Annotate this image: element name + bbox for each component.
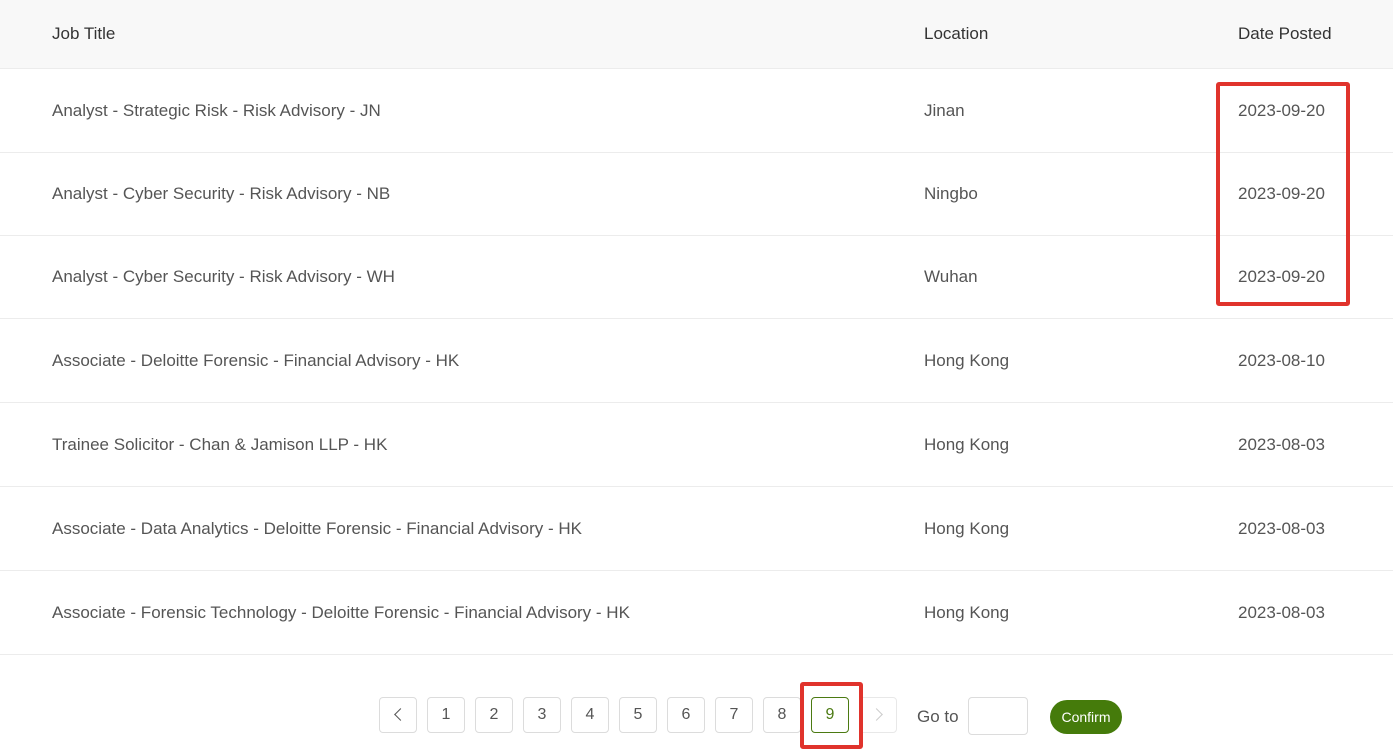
chevron-right-icon bbox=[869, 708, 883, 721]
table-row[interactable]: Analyst - Cyber Security - Risk Advisory… bbox=[0, 152, 1393, 236]
goto-label: Go to bbox=[917, 707, 959, 726]
job-title[interactable]: Associate - Data Analytics - Deloitte Fo… bbox=[52, 519, 582, 539]
header-location: Location bbox=[924, 24, 989, 43]
date-highlight-box bbox=[1216, 82, 1350, 306]
table-row[interactable]: Associate - Data Analytics - Deloitte Fo… bbox=[0, 487, 1393, 571]
job-title[interactable]: Associate - Deloitte Forensic - Financia… bbox=[52, 351, 459, 371]
job-location: Hong Kong bbox=[924, 519, 1010, 538]
job-title[interactable]: Analyst - Cyber Security - Risk Advisory… bbox=[52, 267, 395, 287]
table-row[interactable]: Associate - Forensic Technology - Deloit… bbox=[0, 571, 1393, 655]
page-button-8[interactable]: 8 bbox=[763, 697, 801, 733]
job-location: Hong Kong bbox=[924, 603, 1010, 622]
table-header: Job Title Location Date Posted bbox=[0, 0, 1393, 69]
pagination: 1 2 3 4 5 6 7 8 9 Go to Confirm bbox=[0, 697, 1393, 737]
page-button-6[interactable]: 6 bbox=[667, 697, 705, 733]
chevron-left-icon bbox=[393, 708, 407, 721]
job-location: Jinan bbox=[924, 101, 965, 120]
job-date: 2023-08-03 bbox=[1238, 519, 1325, 538]
table-row[interactable]: Trainee Solicitor - Chan & Jamison LLP -… bbox=[0, 403, 1393, 487]
job-date: 2023-08-03 bbox=[1238, 603, 1325, 622]
job-title[interactable]: Trainee Solicitor - Chan & Jamison LLP -… bbox=[52, 435, 387, 455]
job-title[interactable]: Analyst - Cyber Security - Risk Advisory… bbox=[52, 184, 390, 204]
job-title[interactable]: Analyst - Strategic Risk - Risk Advisory… bbox=[52, 101, 381, 121]
job-title[interactable]: Associate - Forensic Technology - Deloit… bbox=[52, 603, 630, 623]
next-page-button[interactable] bbox=[859, 697, 897, 733]
header-date-posted: Date Posted bbox=[1238, 24, 1332, 43]
confirm-button[interactable]: Confirm bbox=[1050, 700, 1122, 734]
table-row[interactable]: Analyst - Cyber Security - Risk Advisory… bbox=[0, 235, 1393, 319]
table-row[interactable]: Associate - Deloitte Forensic - Financia… bbox=[0, 319, 1393, 403]
table-row[interactable]: Analyst - Strategic Risk - Risk Advisory… bbox=[0, 69, 1393, 153]
header-job-title: Job Title bbox=[52, 24, 116, 43]
goto-page-input[interactable] bbox=[968, 697, 1028, 735]
job-location: Hong Kong bbox=[924, 351, 1010, 370]
page-highlight-box bbox=[800, 682, 863, 749]
prev-page-button[interactable] bbox=[379, 697, 417, 733]
job-date: 2023-08-10 bbox=[1238, 351, 1325, 370]
job-location: Hong Kong bbox=[924, 435, 1010, 454]
job-location: Ningbo bbox=[924, 184, 978, 203]
page-button-3[interactable]: 3 bbox=[523, 697, 561, 733]
page-button-7[interactable]: 7 bbox=[715, 697, 753, 733]
page-button-1[interactable]: 1 bbox=[427, 697, 465, 733]
page-button-2[interactable]: 2 bbox=[475, 697, 513, 733]
job-date: 2023-08-03 bbox=[1238, 435, 1325, 454]
page-button-4[interactable]: 4 bbox=[571, 697, 609, 733]
page-button-5[interactable]: 5 bbox=[619, 697, 657, 733]
job-location: Wuhan bbox=[924, 267, 978, 286]
